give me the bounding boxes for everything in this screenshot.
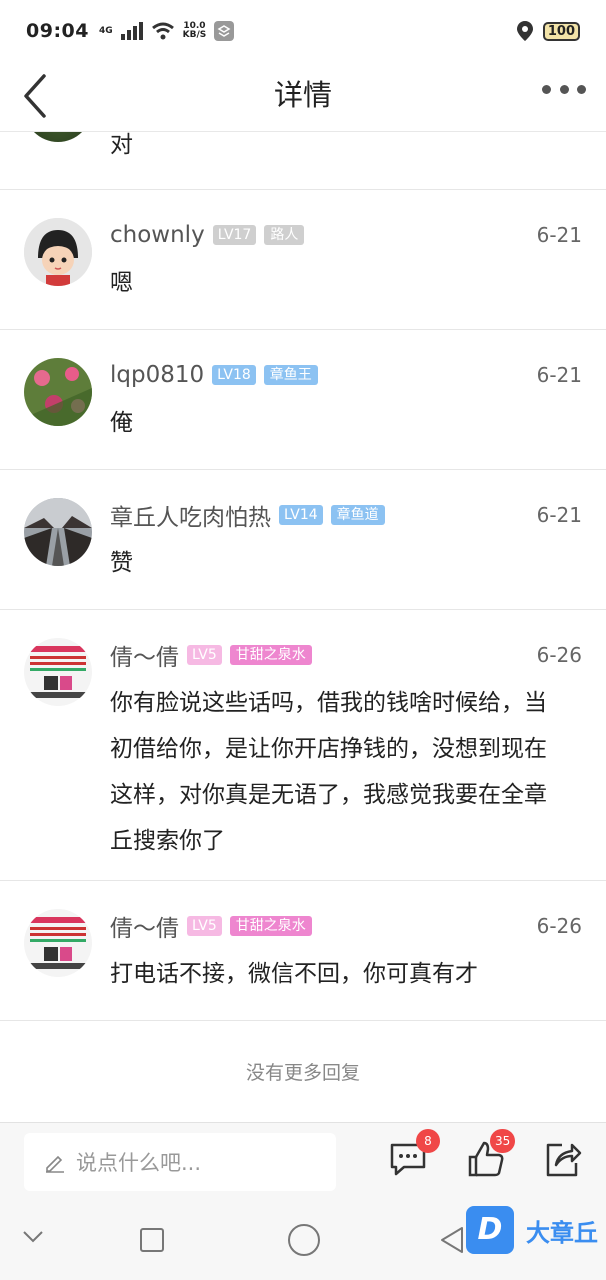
status-time: 09:04 <box>26 20 89 42</box>
comment-date: 6-26 <box>536 914 582 938</box>
username[interactable]: chownly <box>110 222 205 248</box>
wifi-icon <box>151 22 174 40</box>
level-badge: LV17 <box>212 225 257 245</box>
comment-date: 6-21 <box>536 363 582 387</box>
pencil-icon <box>46 1155 64 1173</box>
level-badge: LV5 <box>187 916 222 936</box>
like-count-badge: 35 <box>490 1129 516 1153</box>
list-item: 倩〜倩 LV5 甘甜之泉水 6-26 你有脸说这些话吗，借我的钱啥时候给，当初借… <box>0 610 606 881</box>
title-badge: 路人 <box>264 225 305 245</box>
comment-text: 嗯 <box>110 270 133 296</box>
share-icon[interactable] <box>542 1139 582 1179</box>
comment-date: 6-21 <box>536 223 582 247</box>
list-item: 章丘人吃肉怕热 LV14 章鱼道 6-21 赞 <box>0 470 606 610</box>
chevron-down-icon[interactable] <box>22 1230 44 1244</box>
list-item: 对 <box>0 132 606 190</box>
watermark-logo: D 大章丘 <box>466 1206 598 1254</box>
comment-text: 俺 <box>110 410 133 436</box>
title-badge: 章鱼王 <box>263 365 318 385</box>
status-bar: 09:04 4G 10.0 KB/S 100 <box>0 0 606 62</box>
list-item: lqp0810 LV18 章鱼王 6-21 俺 <box>0 330 606 470</box>
level-badge: LV18 <box>212 365 256 385</box>
location-icon <box>516 21 533 41</box>
comment-input-placeholder: 说点什么吧... <box>76 1151 202 1175</box>
title-badge: 章鱼道 <box>330 505 385 525</box>
comment-date: 6-26 <box>536 643 582 667</box>
network-type: 4G <box>98 25 113 36</box>
network-speed: 10.0 KB/S <box>182 21 207 40</box>
avatar[interactable] <box>24 909 92 977</box>
comment-text: 打电话不接，微信不回，你可真有才 <box>110 961 478 987</box>
username[interactable]: 章丘人吃肉怕热 <box>110 498 271 532</box>
signal-icon <box>120 22 143 40</box>
comment-input[interactable]: 说点什么吧... <box>24 1133 336 1191</box>
avatar[interactable] <box>24 218 92 286</box>
comment-date: 6-21 <box>536 503 582 527</box>
system-nav-bar: D 大章丘 <box>0 1206 606 1280</box>
avatar[interactable] <box>24 638 92 706</box>
username[interactable]: lqp0810 <box>110 362 204 388</box>
bottom-action-bar: 说点什么吧... 8 35 <box>0 1122 606 1206</box>
layers-icon <box>214 21 235 41</box>
back-triangle-icon[interactable] <box>440 1226 464 1254</box>
comment-text: 你有脸说这些话吗，借我的钱啥时候给，当初借给你，是让你开店挣钱的，没想到现在这样… <box>110 690 547 854</box>
title-badge: 甘甜之泉水 <box>229 916 312 936</box>
level-badge: LV14 <box>279 505 323 525</box>
home-button[interactable] <box>288 1224 320 1256</box>
avatar[interactable] <box>24 358 92 426</box>
title-badge: 甘甜之泉水 <box>229 645 312 665</box>
level-badge: LV5 <box>187 645 222 665</box>
comment-count-badge: 8 <box>416 1129 440 1153</box>
page-title: 详情 <box>273 78 332 112</box>
comment-text: 赞 <box>110 550 133 576</box>
recent-apps-button[interactable] <box>140 1228 164 1252</box>
comment-text: 对 <box>110 132 133 158</box>
logo-mark: D <box>466 1206 514 1254</box>
top-nav-bar: 详情 <box>0 62 606 132</box>
battery-indicator: 100 <box>542 21 580 41</box>
list-item: chownly LV17 路人 6-21 嗯 <box>0 190 606 330</box>
more-options-icon[interactable] <box>542 82 586 96</box>
username[interactable]: 倩〜倩 <box>110 638 179 672</box>
no-more-replies-label: 没有更多回复 <box>245 1062 360 1084</box>
username[interactable]: 倩〜倩 <box>110 909 179 943</box>
reply-list: 对 chownly LV17 路人 6-21 嗯 lqp0810 LV18 章鱼… <box>0 132 606 1122</box>
logo-text: 大章丘 <box>526 1218 598 1247</box>
avatar[interactable] <box>24 132 92 142</box>
list-item: 倩〜倩 LV5 甘甜之泉水 6-26 打电话不接，微信不回，你可真有才 <box>0 881 606 1021</box>
avatar[interactable] <box>24 498 92 566</box>
